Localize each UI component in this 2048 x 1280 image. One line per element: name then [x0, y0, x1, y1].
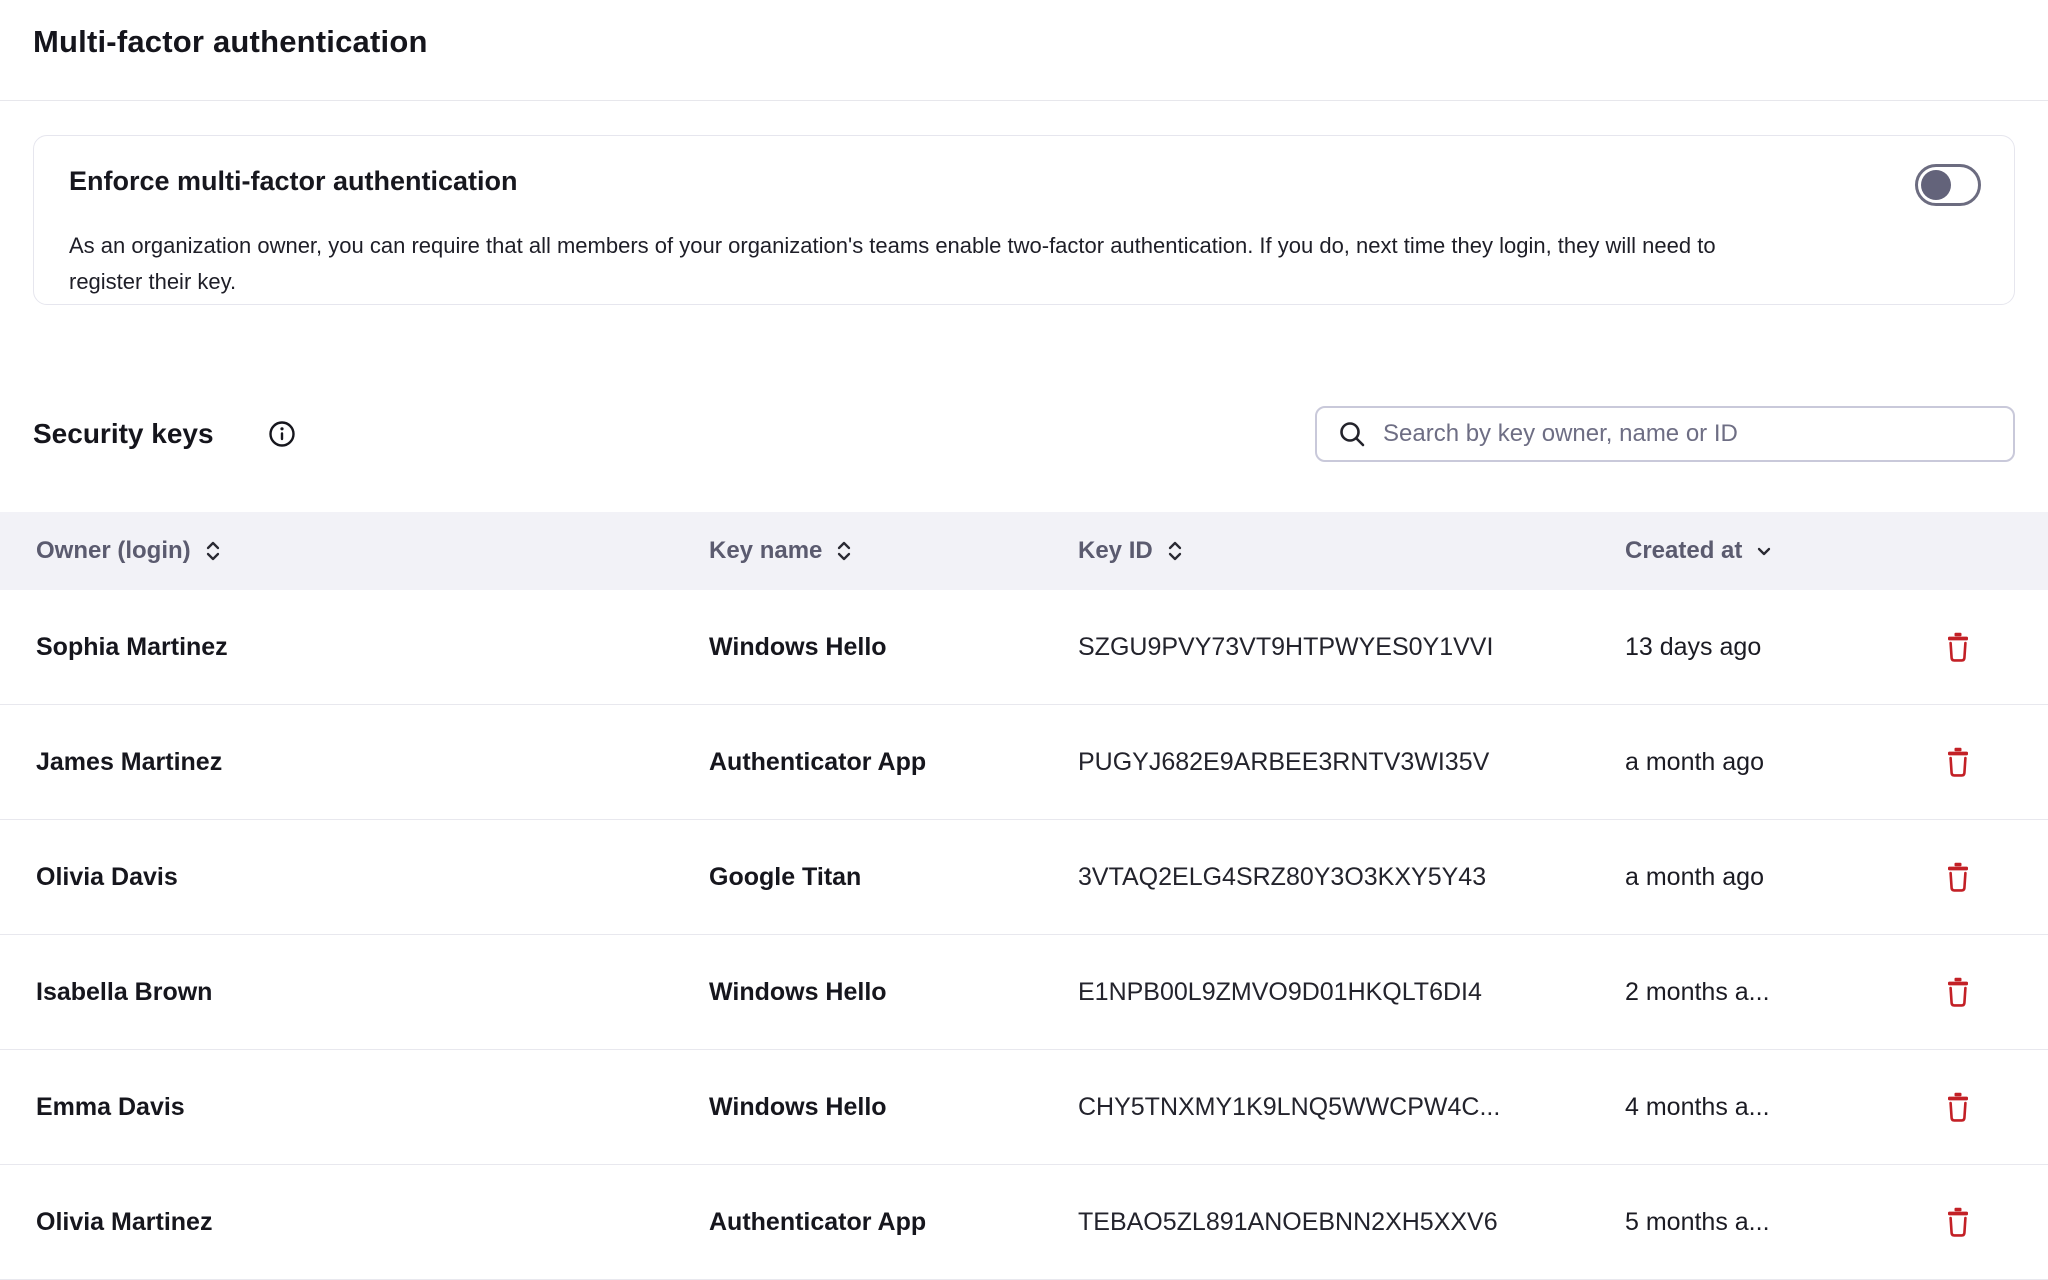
enforce-mfa-description: As an organization owner, you can requir…: [69, 228, 1749, 300]
column-label: Key name: [709, 537, 822, 565]
column-label: Created at: [1625, 537, 1742, 565]
created-at-cell: 2 months a...: [1625, 978, 1927, 1007]
table-row: Sophia MartinezWindows HelloSZGU9PVY73VT…: [0, 590, 2048, 705]
created-at-cell: 5 months a...: [1625, 1208, 1927, 1237]
row-actions: [1927, 862, 2048, 892]
sort-updown-icon: [1165, 539, 1185, 563]
owner-login-cell: James Martinez: [0, 748, 709, 777]
sort-updown-icon: [203, 539, 223, 563]
security-keys-title: Security keys: [33, 418, 214, 450]
search-box[interactable]: [1315, 406, 2015, 462]
column-header-key-id[interactable]: Key ID: [1078, 537, 1625, 565]
column-header-created-at[interactable]: Created at: [1625, 537, 1927, 565]
toggle-knob-icon: [1921, 170, 1951, 200]
table-header: Owner (login) Key name Key ID Created at: [0, 512, 2048, 590]
created-at-cell: 4 months a...: [1625, 1093, 1927, 1122]
mfa-settings-page: Multi-factor authentication Enforce mult…: [0, 0, 2048, 1280]
table-body: Sophia MartinezWindows HelloSZGU9PVY73VT…: [0, 590, 2048, 1280]
key-name-cell: Authenticator App: [709, 1208, 1078, 1237]
owner-login-cell: Isabella Brown: [0, 978, 709, 1007]
trash-icon[interactable]: [1945, 632, 1971, 662]
enforce-mfa-card: Enforce multi-factor authentication As a…: [33, 135, 2015, 305]
key-name-cell: Windows Hello: [709, 978, 1078, 1007]
search-input[interactable]: [1381, 419, 1993, 449]
key-id-cell: CHY5TNXMY1K9LNQ5WWCPW4C...: [1078, 1093, 1625, 1122]
column-header-key-name[interactable]: Key name: [709, 537, 1078, 565]
security-keys-table: Owner (login) Key name Key ID Created at So…: [0, 512, 2048, 1280]
key-id-cell: E1NPB00L9ZMVO9D01HKQLT6DI4: [1078, 978, 1625, 1007]
trash-icon[interactable]: [1945, 1207, 1971, 1237]
key-id-cell: TEBAO5ZL891ANOEBNN2XH5XXV6: [1078, 1208, 1625, 1237]
chevron-down-icon: [1754, 541, 1774, 561]
created-at-cell: 13 days ago: [1625, 633, 1927, 662]
column-label: Key ID: [1078, 537, 1153, 565]
column-label: Owner (login): [36, 537, 191, 565]
column-header-owner-login[interactable]: Owner (login): [0, 537, 709, 565]
trash-icon[interactable]: [1945, 862, 1971, 892]
table-row: Olivia MartinezAuthenticator AppTEBAO5ZL…: [0, 1165, 2048, 1280]
row-actions: [1927, 977, 2048, 1007]
trash-icon[interactable]: [1945, 977, 1971, 1007]
owner-login-cell: Emma Davis: [0, 1093, 709, 1122]
enforce-mfa-toggle[interactable]: [1915, 164, 1981, 206]
table-row: Isabella BrownWindows HelloE1NPB00L9ZMVO…: [0, 935, 2048, 1050]
key-id-cell: SZGU9PVY73VT9HTPWYES0Y1VVI: [1078, 633, 1625, 662]
row-actions: [1927, 632, 2048, 662]
row-actions: [1927, 1092, 2048, 1122]
key-name-cell: Google Titan: [709, 863, 1078, 892]
created-at-cell: a month ago: [1625, 748, 1927, 777]
table-row: James MartinezAuthenticator AppPUGYJ682E…: [0, 705, 2048, 820]
trash-icon[interactable]: [1945, 1092, 1971, 1122]
trash-icon[interactable]: [1945, 747, 1971, 777]
key-name-cell: Windows Hello: [709, 1093, 1078, 1122]
key-name-cell: Windows Hello: [709, 633, 1078, 662]
created-at-cell: a month ago: [1625, 863, 1927, 892]
owner-login-cell: Sophia Martinez: [0, 633, 709, 662]
owner-login-cell: Olivia Martinez: [0, 1208, 709, 1237]
enforce-mfa-title: Enforce multi-factor authentication: [69, 166, 518, 197]
title-divider: [0, 100, 2048, 101]
owner-login-cell: Olivia Davis: [0, 863, 709, 892]
table-row: Olivia DavisGoogle Titan3VTAQ2ELG4SRZ80Y…: [0, 820, 2048, 935]
row-actions: [1927, 747, 2048, 777]
page-title: Multi-factor authentication: [33, 24, 428, 60]
key-id-cell: PUGYJ682E9ARBEE3RNTV3WI35V: [1078, 748, 1625, 777]
info-icon[interactable]: [268, 420, 296, 448]
table-row: Emma DavisWindows HelloCHY5TNXMY1K9LNQ5W…: [0, 1050, 2048, 1165]
row-actions: [1927, 1207, 2048, 1237]
key-name-cell: Authenticator App: [709, 748, 1078, 777]
sort-updown-icon: [834, 539, 854, 563]
search-icon: [1337, 419, 1367, 449]
key-id-cell: 3VTAQ2ELG4SRZ80Y3O3KXY5Y43: [1078, 863, 1625, 892]
